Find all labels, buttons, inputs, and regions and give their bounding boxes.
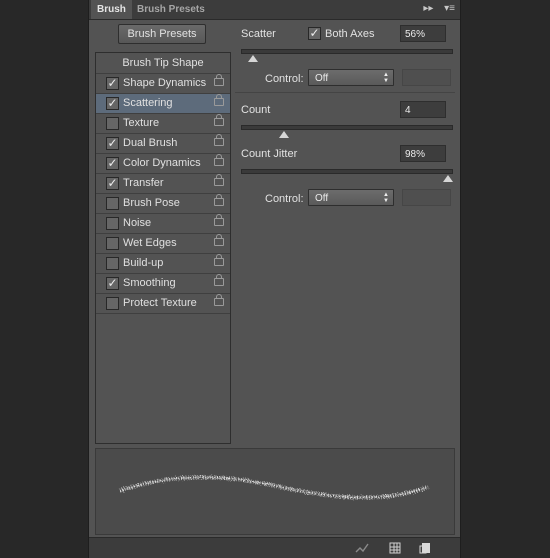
lock-icon[interactable] [214,294,224,306]
scatter-control-value-box [402,69,451,86]
list-item-label: Dual Brush [123,137,178,149]
scatter-label: Scatter [241,28,276,40]
lock-icon[interactable] [214,174,224,186]
lock-icon[interactable] [214,194,224,206]
brush-presets-button[interactable]: Brush Presets [118,24,206,44]
updown-arrows-icon: ▲ ▼ [383,192,389,204]
checkbox[interactable] [106,197,119,210]
list-item[interactable]: Wet Edges [96,234,230,254]
panel-menu-icon[interactable]: ▾≡ [444,3,455,14]
checkbox[interactable] [106,117,119,130]
toggle-live-tip-icon[interactable] [355,542,369,553]
tab-brush[interactable]: Brush [91,0,132,19]
new-preset-icon[interactable] [419,542,430,554]
list-item-label: Scattering [123,97,173,109]
scatter-control-value: Off [315,73,329,84]
lock-icon[interactable] [214,74,224,86]
list-item-label: Smoothing [123,277,176,289]
count-jitter-label: Count Jitter [241,148,298,160]
list-item[interactable]: ✓ Shape Dynamics [96,74,230,94]
updown-arrows-icon: ▲ ▼ [383,72,389,84]
list-item-label: Brush Pose [123,197,180,209]
list-item[interactable]: Brush Pose [96,194,230,214]
list-item-label: Protect Texture [123,297,197,309]
list-item[interactable]: Texture [96,114,230,134]
brush-grid-icon[interactable] [389,542,401,554]
tab-brush-presets[interactable]: Brush Presets [131,0,211,19]
checkbox[interactable] [106,257,119,270]
list-item-label: Texture [123,117,160,129]
brush-panel: Brush Brush Presets ▸▸ ▾≡ Brush Presets … [89,0,460,558]
list-item-label: Wet Edges [123,237,177,249]
scatter-control-label: Control: [265,73,304,85]
count-jitter-slider-thumb[interactable] [442,175,453,182]
list-item[interactable]: ✓ Smoothing [96,274,230,294]
count-jitter-control-value: Off [315,193,329,204]
brush-settings-list: Brush Tip Shape ✓ Shape Dynamics ✓ Scatteri… [95,52,231,444]
count-value-field[interactable]: 4 [400,101,446,118]
both-axes-label: Both Axes [325,28,375,40]
list-item-label: Build-up [123,257,164,269]
list-item[interactable]: ✓ Scattering [96,94,230,114]
lock-icon[interactable] [214,94,224,106]
list-item[interactable]: ✓ Transfer [96,174,230,194]
checkbox[interactable]: ✓ [106,177,119,190]
count-label: Count [241,104,271,116]
lock-icon[interactable] [214,254,224,266]
count-slider[interactable] [241,125,453,138]
checkbox[interactable]: ✓ [106,277,119,290]
scatter-slider-thumb[interactable] [247,55,258,62]
checkbox[interactable] [106,237,119,250]
lock-icon[interactable] [214,214,224,226]
panel-footer [89,537,460,558]
brush-stroke-preview [95,448,455,535]
brush-stroke-preview-graphic [119,475,429,500]
count-jitter-control-select[interactable]: Off ▲ ▼ [308,189,394,206]
lock-icon[interactable] [214,114,224,126]
collapse-icon[interactable]: ▸▸ [423,3,433,14]
checkbox[interactable] [106,217,119,230]
checkbox[interactable] [106,297,119,310]
lock-icon[interactable] [214,274,224,286]
list-item-label: Color Dynamics [123,157,201,169]
list-item-label: Shape Dynamics [123,77,207,89]
count-jitter-slider[interactable] [241,169,453,182]
checkbox[interactable]: ✓ [106,157,119,170]
list-item[interactable]: Noise [96,214,230,234]
count-jitter-control-label: Control: [265,193,304,205]
checkbox[interactable]: ✓ [106,97,119,110]
list-item[interactable]: ✓ Dual Brush [96,134,230,154]
lock-icon[interactable] [214,154,224,166]
list-item-label: Transfer [123,177,164,189]
lock-icon[interactable] [214,134,224,146]
lock-icon[interactable] [214,234,224,246]
scatter-slider[interactable] [241,49,453,62]
divider [235,92,455,93]
scatter-control-select[interactable]: Off ▲ ▼ [308,69,394,86]
list-item[interactable]: Protect Texture [96,294,230,314]
list-item[interactable]: Build-up [96,254,230,274]
list-item-label: Noise [123,217,152,229]
checkbox[interactable]: ✓ [106,77,119,90]
tab-bar: Brush Brush Presets ▸▸ ▾≡ [89,0,460,20]
count-jitter-value-field[interactable]: 98% [400,145,446,162]
list-item[interactable]: ✓ Color Dynamics [96,154,230,174]
count-jitter-control-value-box [402,189,451,206]
both-axes-checkbox[interactable]: ✓ [308,27,321,40]
brush-tip-shape-item[interactable]: Brush Tip Shape [96,53,230,74]
scatter-value-field[interactable]: 56% [400,25,446,42]
checkbox[interactable]: ✓ [106,137,119,150]
count-slider-thumb[interactable] [279,131,289,138]
